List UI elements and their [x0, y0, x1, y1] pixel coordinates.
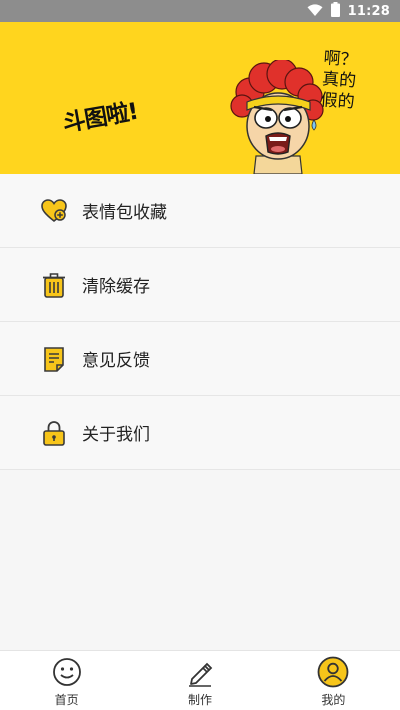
banner-title: 斗图啦! [60, 98, 140, 138]
trash-icon [40, 271, 68, 299]
user-icon [317, 656, 349, 688]
pencil-icon [184, 656, 216, 688]
status-bar: 11:28 [0, 0, 400, 22]
cartoon-character-illustration [230, 60, 324, 174]
tab-label-make: 制作 [187, 692, 212, 707]
battery-icon [330, 1, 340, 21]
settings-menu: 表情包收藏 清除缓存 意见反馈 关于我们 [0, 174, 400, 470]
bottom-tab-bar: 首页 制作 我的 [0, 650, 400, 710]
wifi-icon [307, 2, 323, 21]
tab-mine[interactable]: 我的 [267, 651, 400, 710]
menu-label-feedback: 意见反馈 [82, 351, 150, 371]
menu-label-favorites: 表情包收藏 [82, 203, 167, 223]
menu-item-clear-cache[interactable]: 清除缓存 [0, 248, 400, 322]
menu-item-about[interactable]: 关于我们 [0, 396, 400, 470]
lock-icon [40, 419, 68, 447]
menu-label-clear-cache: 清除缓存 [82, 277, 150, 297]
tab-label-home: 首页 [54, 692, 79, 707]
heart-plus-icon [40, 197, 68, 225]
smiley-icon [51, 656, 83, 688]
menu-item-favorites[interactable]: 表情包收藏 [0, 174, 400, 248]
menu-label-about: 关于我们 [82, 425, 150, 445]
tab-make[interactable]: 制作 [133, 651, 266, 710]
note-icon [40, 345, 68, 373]
menu-item-feedback[interactable]: 意见反馈 [0, 322, 400, 396]
profile-banner: 斗图啦! 啊？真的假的 [0, 22, 400, 174]
tab-home[interactable]: 首页 [0, 651, 133, 710]
banner-speech-text: 啊？真的假的 [319, 48, 359, 113]
status-time: 11:28 [347, 3, 390, 19]
tab-label-mine: 我的 [321, 692, 346, 707]
